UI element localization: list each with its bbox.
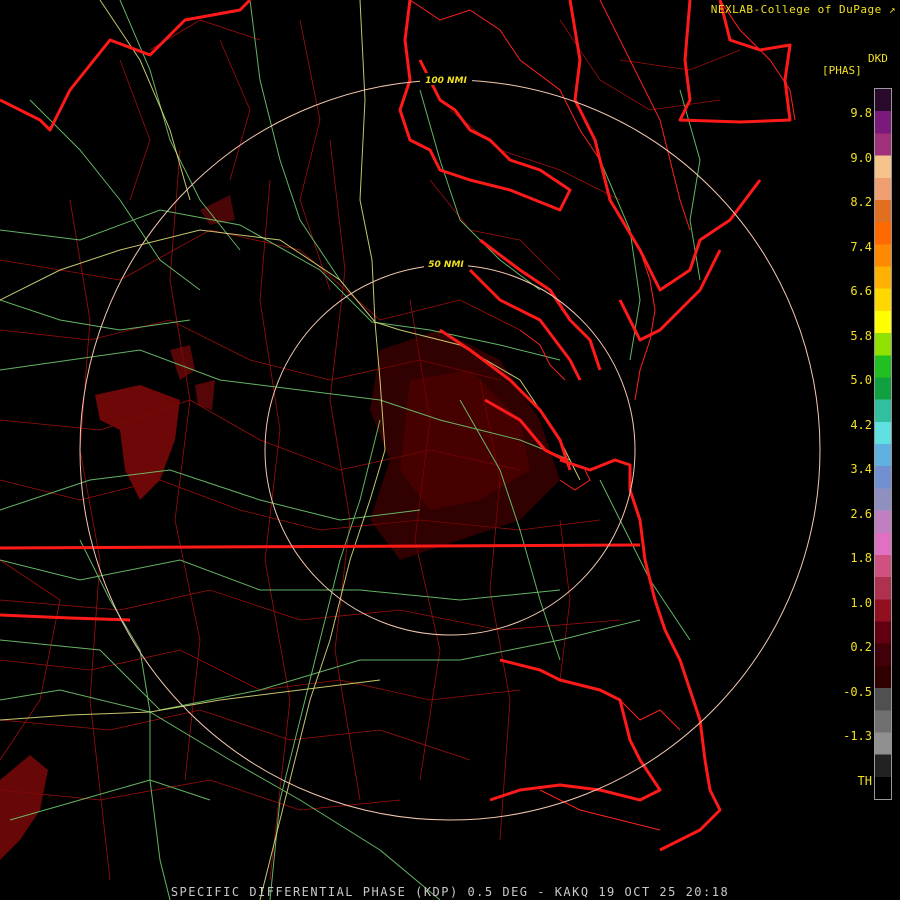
legend-tick-label: 1.0 [850, 595, 872, 610]
legend-unit-bottom: [PHAS] [822, 64, 862, 77]
legend-tick-label: 9.0 [850, 150, 872, 165]
legend-tick-label: 8.2 [850, 195, 872, 209]
legend-tick-label: 6.6 [850, 284, 872, 298]
range-ring-label-100: 100 NMI [425, 76, 467, 86]
legend-unit-top: DKD [868, 52, 888, 65]
credit-label: NEXLAB-College of DuPage ↗ [711, 3, 896, 16]
legend-tick-label: -1.3 [843, 729, 872, 743]
external-link-icon[interactable]: ↗ [889, 3, 896, 16]
legend-tick-label: 7.4 [850, 239, 872, 254]
legend-tick-label: 9.8 [850, 106, 872, 120]
legend-tick-label: 0.2 [850, 640, 872, 654]
legend-tick-label: 5.0 [850, 373, 872, 387]
legend-tick-label: 3.4 [850, 462, 872, 476]
legend-colorbar [874, 88, 892, 800]
legend-tick-label: 2.6 [850, 506, 872, 521]
credit-text: NEXLAB-College of DuPage [710, 3, 882, 16]
legend-tick-label: 5.8 [850, 328, 872, 343]
legend-tick-label: 1.8 [850, 551, 872, 565]
legend-tick-label: 4.2 [850, 417, 872, 432]
radar-map: 50 NMI 100 NMI [0, 0, 900, 900]
range-ring-label-50: 50 NMI [428, 260, 464, 270]
legend-tick-label: -0.5 [843, 684, 872, 699]
product-title: SPECIFIC DIFFERENTIAL PHASE (KDP) 0.5 DE… [170, 885, 730, 899]
legend-tick-label: TH [857, 773, 872, 788]
